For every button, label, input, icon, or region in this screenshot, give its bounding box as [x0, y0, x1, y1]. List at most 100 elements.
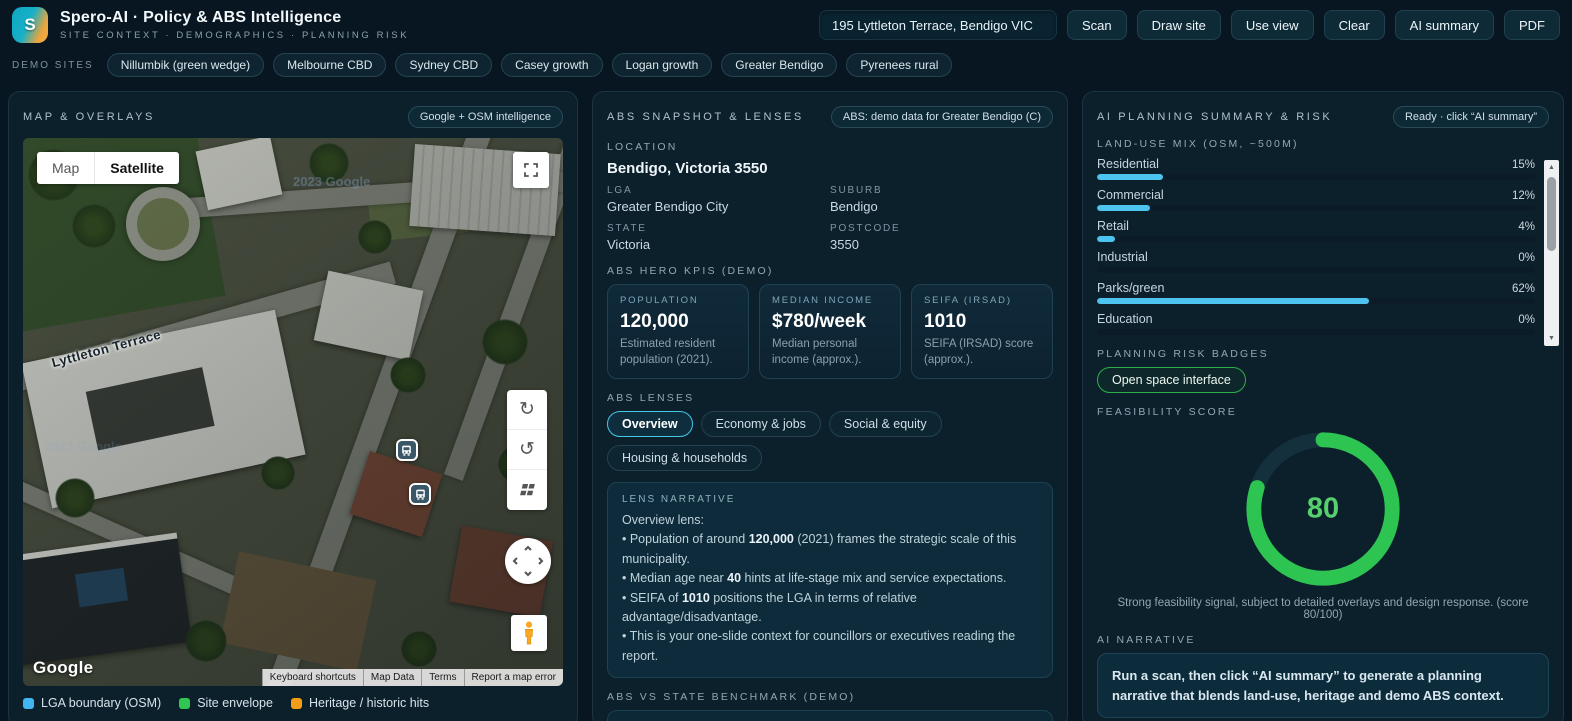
pan-arrows-icon — [511, 544, 545, 578]
map-type-control: Map Satellite — [37, 152, 179, 184]
satellite-map[interactable]: Lyttleton Terrace 2023 Google 2023 Googl… — [23, 138, 563, 686]
abs-panel-title: ABS SNAPSHOT & LENSES — [607, 111, 804, 123]
clear-button[interactable]: Clear — [1324, 10, 1385, 40]
lens-bullet: • SEIFA of 1010 positions the LGA in ter… — [622, 589, 1038, 628]
demo-chip-pyrenees-rural[interactable]: Pyrenees rural — [846, 53, 952, 77]
pan-control[interactable] — [505, 538, 551, 584]
tab-economy-jobs[interactable]: Economy & jobs — [701, 411, 821, 437]
benchmark-box: Median income vs demo state baseline Loc… — [607, 710, 1053, 721]
field-postcode: POSTCODE 3550 — [830, 223, 1053, 252]
map-type-satellite-button[interactable]: Satellite — [95, 152, 179, 184]
pdf-button[interactable]: PDF — [1504, 10, 1560, 40]
landuse-heading: LAND-USE MIX (OSM, ~500M) — [1097, 138, 1535, 150]
bus-icon — [400, 444, 413, 457]
field-value: Bendigo — [830, 199, 1053, 214]
scroll-down-icon[interactable]: ▼ — [1544, 331, 1559, 346]
address-input[interactable] — [819, 10, 1057, 40]
kpi-desc: SEIFA (IRSAD) score (approx.). — [924, 337, 1040, 368]
landuse-pct: 0% — [1518, 252, 1535, 264]
google-logo[interactable]: Google — [33, 658, 93, 678]
location-heading: LOCATION — [607, 141, 1053, 153]
field-label: STATE — [607, 223, 830, 234]
google-watermark: 2023 Google — [293, 174, 370, 189]
tilt-button[interactable] — [507, 470, 547, 510]
demo-chip-logan-growth[interactable]: Logan growth — [612, 53, 713, 77]
fullscreen-button[interactable] — [513, 152, 549, 188]
title-block: Spero-AI · Policy & ABS Intelligence SIT… — [60, 9, 807, 41]
site-envelope-swatch — [179, 698, 190, 709]
landuse-bar-track — [1097, 267, 1535, 273]
landuse-label: Education — [1097, 312, 1153, 326]
abs-panel: ABS SNAPSHOT & LENSES ABS: demo data for… — [592, 91, 1068, 721]
pegman-button[interactable] — [511, 615, 547, 651]
panel-scrollbar[interactable]: ▲ ▼ — [1544, 160, 1559, 346]
rotate-counterclockwise-button[interactable]: ↺ — [507, 430, 547, 470]
landuse-label: Commercial — [1097, 188, 1164, 202]
pegman-icon — [521, 621, 537, 645]
field-value: 3550 — [830, 237, 1053, 252]
field-suburb: SUBURB Bendigo — [830, 185, 1053, 214]
benchmark-heading: ABS VS STATE BENCHMARK (DEMO) — [607, 691, 1053, 703]
feasibility-score: 80 — [1307, 493, 1339, 526]
legend-label: LGA boundary (OSM) — [41, 696, 161, 710]
rotate-clockwise-button[interactable]: ↻ — [507, 390, 547, 430]
demo-sites-label: DEMO SITES — [12, 60, 94, 71]
landuse-row-industrial: Industrial0% — [1097, 250, 1535, 273]
bus-stop-marker[interactable] — [396, 439, 418, 461]
map-type-map-button[interactable]: Map — [37, 152, 95, 184]
draw-site-button[interactable]: Draw site — [1137, 10, 1221, 40]
lens-bullet: • Population of around 120,000 (2021) fr… — [622, 530, 1038, 569]
map-attribution: Keyboard shortcuts Map Data Terms Report… — [262, 669, 563, 686]
map-legend: LGA boundary (OSM) Site envelope Heritag… — [23, 696, 563, 710]
bus-stop-marker[interactable] — [409, 483, 431, 505]
fullscreen-icon — [522, 161, 540, 179]
ai-narrative-box: Run a scan, then click “AI summary” to g… — [1097, 653, 1549, 718]
field-label: POSTCODE — [830, 223, 1053, 234]
lens-narrative-box: LENS NARRATIVE Overview lens: • Populati… — [607, 482, 1053, 678]
kpi-desc: Median personal income (approx.). — [772, 337, 888, 368]
landuse-row-commercial: Commercial12% — [1097, 188, 1535, 211]
tab-housing-households[interactable]: Housing & households — [607, 445, 762, 471]
top-controls: Scan Draw site Use view Clear AI summary… — [819, 10, 1560, 40]
scroll-up-icon[interactable]: ▲ — [1544, 160, 1559, 175]
landuse-row-parks: Parks/green62% — [1097, 281, 1535, 304]
app-title: Spero-AI · Policy & ABS Intelligence — [60, 9, 807, 27]
report-error-link[interactable]: Report a map error — [464, 669, 563, 686]
keyboard-shortcuts-link[interactable]: Keyboard shortcuts — [262, 669, 363, 686]
ai-panel-header: AI PLANNING SUMMARY & RISK Ready · click… — [1097, 106, 1549, 128]
field-lga: LGA Greater Bendigo City — [607, 185, 830, 214]
demo-chip-nillumbik[interactable]: Nillumbik (green wedge) — [107, 53, 264, 77]
landuse-row-education: Education0% — [1097, 312, 1535, 335]
demo-chip-melbourne-cbd[interactable]: Melbourne CBD — [273, 53, 386, 77]
use-view-button[interactable]: Use view — [1231, 10, 1314, 40]
scrollbar-thumb[interactable] — [1547, 177, 1556, 251]
kpi-label: SEIFA (IRSAD) — [924, 295, 1040, 306]
terms-link[interactable]: Terms — [421, 669, 463, 686]
field-state: STATE Victoria — [607, 223, 830, 252]
app-subtitle: SITE CONTEXT · DEMOGRAPHICS · PLANNING R… — [60, 30, 807, 41]
demo-chip-greater-bendigo[interactable]: Greater Bendigo — [721, 53, 837, 77]
kpi-label: MEDIAN INCOME — [772, 295, 888, 306]
scan-button[interactable]: Scan — [1067, 10, 1127, 40]
legend-site-envelope: Site envelope — [179, 696, 273, 710]
demo-chip-casey-growth[interactable]: Casey growth — [501, 53, 602, 77]
lens-tabs: Overview Economy & jobs Social & equity … — [607, 411, 1053, 471]
landuse-bar-track — [1097, 329, 1535, 335]
kpis-heading: ABS HERO KPIS (DEMO) — [607, 265, 1053, 277]
lga-boundary-swatch — [23, 698, 34, 709]
tab-overview[interactable]: Overview — [607, 411, 693, 437]
map-data-link[interactable]: Map Data — [363, 669, 421, 686]
demo-chip-sydney-cbd[interactable]: Sydney CBD — [395, 53, 492, 77]
ai-summary-button[interactable]: AI summary — [1395, 10, 1494, 40]
ai-panel-title: AI PLANNING SUMMARY & RISK — [1097, 111, 1332, 123]
google-watermark-2: 2023 Google — [45, 439, 122, 454]
field-label: SUBURB — [830, 185, 1053, 196]
legend-heritage: Heritage / historic hits — [291, 696, 429, 710]
landuse-pct: 15% — [1512, 159, 1535, 171]
legend-label: Heritage / historic hits — [309, 696, 429, 710]
lens-narrative-heading: LENS NARRATIVE — [622, 494, 1038, 505]
lens-intro: Overview lens: — [622, 511, 1038, 530]
tab-social-equity[interactable]: Social & equity — [829, 411, 942, 437]
lens-bullet: • This is your one-slide context for cou… — [622, 627, 1038, 666]
landuse-pct: 4% — [1518, 221, 1535, 233]
